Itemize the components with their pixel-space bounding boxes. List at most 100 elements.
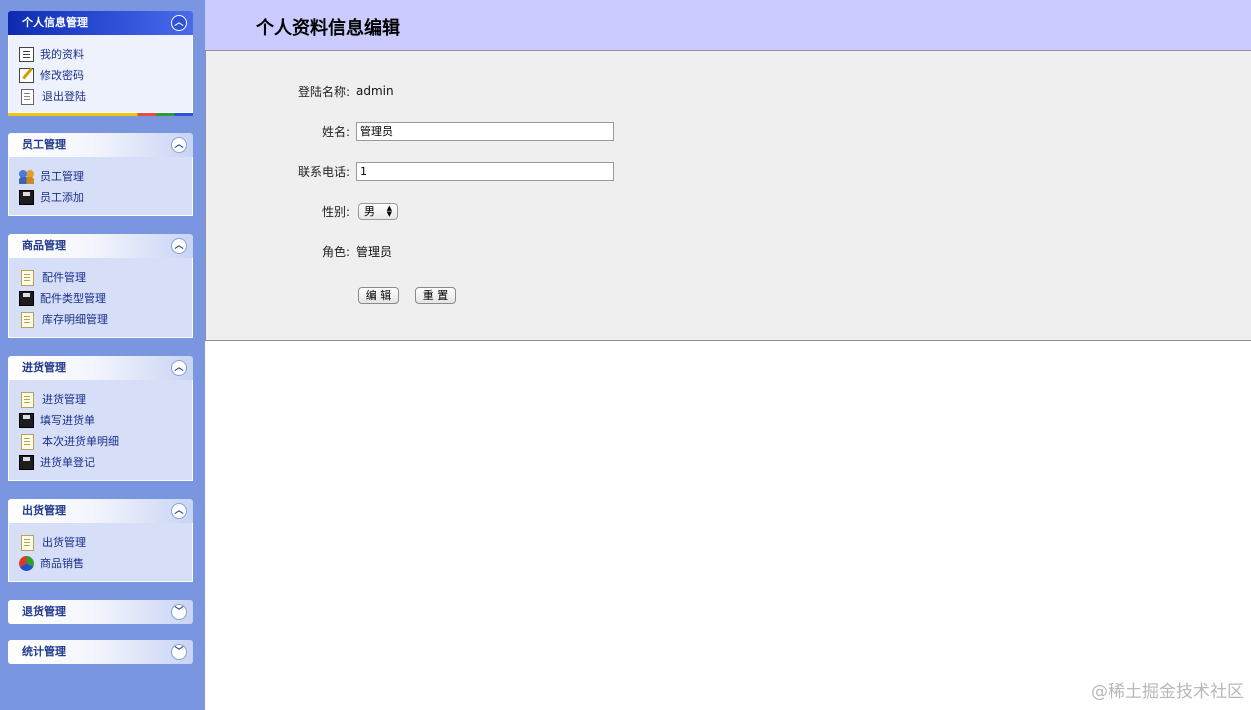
panel-body: 进货管理 填写进货单 本次进货单明细 进货单登记 — [8, 380, 193, 481]
sidebar: 个人信息管理 ︿ 我的资料 修改密码 退出登陆 员工管理 ︿ 员工管理 员工添加… — [0, 0, 205, 710]
gender-label: 性别: — [321, 204, 350, 219]
sidebar-item-label: 配件类型管理 — [40, 292, 106, 305]
gender-select[interactable]: 男 ▲ ▼ — [358, 202, 398, 220]
collapse-icon[interactable]: ︿ — [171, 503, 187, 519]
document-icon — [21, 269, 34, 286]
gender-select-value: 男 — [364, 205, 375, 218]
role-row: 角色: 管理员 — [206, 240, 392, 262]
panel-title: 出货管理 — [22, 504, 66, 517]
reset-button[interactable]: 重 置 — [415, 287, 456, 304]
phone-label: 联系电话: — [297, 164, 350, 179]
role-value: 管理员 — [356, 244, 393, 259]
collapse-icon[interactable]: ︿ — [171, 137, 187, 153]
panel-shipment: 出货管理 ︿ 出货管理 商品销售 — [8, 499, 193, 582]
document-icon — [21, 391, 34, 408]
sidebar-item-label: 配件管理 — [42, 271, 86, 284]
panel-title: 个人信息管理 — [22, 16, 88, 29]
panel-employee: 员工管理 ︿ 员工管理 员工添加 — [8, 133, 193, 216]
name-input[interactable] — [356, 121, 614, 141]
panel-header-returns[interactable]: 退货管理 ﹀ — [8, 600, 193, 624]
panel-header-personal-info[interactable]: 个人信息管理 ︿ — [8, 11, 193, 35]
collapse-icon[interactable]: ︿ — [171, 15, 187, 31]
collapse-icon[interactable]: ︿ — [171, 360, 187, 376]
sidebar-item-label: 我的资料 — [40, 48, 84, 61]
sidebar-item-label: 退出登陆 — [42, 90, 86, 103]
sidebar-item-label: 出货管理 — [42, 536, 86, 549]
expand-icon[interactable]: ﹀ — [171, 604, 187, 620]
panel-personal-info: 个人信息管理 ︿ 我的资料 修改密码 退出登陆 — [8, 11, 193, 116]
watermark: @稀土掘金技术社区 — [1091, 682, 1244, 702]
document-icon — [21, 311, 34, 328]
sidebar-item-label: 员工管理 — [40, 170, 84, 183]
panel-header-statistics[interactable]: 统计管理 ﹀ — [8, 640, 193, 664]
login-name-row: 登陆名称: admin — [206, 80, 394, 102]
panel-header-purchase[interactable]: 进货管理 ︿ — [8, 356, 193, 380]
edit-profile-icon — [19, 47, 34, 62]
sidebar-item-label: 填写进货单 — [40, 414, 95, 427]
sidebar-item-purchase-manage[interactable]: 进货管理 — [9, 389, 192, 410]
profile-form: 登陆名称: admin 姓名: 联系电话: 性别: 男 ▲▼ 角色: 管理员 编… — [205, 51, 1251, 341]
panel-title: 商品管理 — [22, 239, 66, 252]
sidebar-item-label: 修改密码 — [40, 69, 84, 82]
expand-icon[interactable]: ﹀ — [171, 644, 187, 660]
role-label: 角色: — [321, 244, 350, 259]
sidebar-item-logout[interactable]: 退出登陆 — [9, 86, 192, 107]
panel-title: 统计管理 — [22, 645, 66, 658]
disk-icon — [19, 190, 34, 205]
panel-title: 进货管理 — [22, 361, 66, 374]
panel-statistics: 统计管理 ﹀ — [8, 640, 193, 664]
sidebar-item-shipment-manage[interactable]: 出货管理 — [9, 532, 192, 553]
phone-row: 联系电话: — [206, 160, 614, 182]
globe-icon — [19, 556, 34, 571]
disk-icon — [19, 413, 34, 428]
sidebar-item-purchase-order-detail[interactable]: 本次进货单明细 — [9, 431, 192, 452]
sidebar-item-purchase-order-register[interactable]: 进货单登记 — [9, 452, 192, 473]
sidebar-item-parts-manage[interactable]: 配件管理 — [9, 267, 192, 288]
people-icon — [19, 169, 34, 184]
panel-body: 我的资料 修改密码 退出登陆 — [8, 35, 193, 113]
panel-purchase: 进货管理 ︿ 进货管理 填写进货单 本次进货单明细 进货单登记 — [8, 356, 193, 481]
panel-body: 员工管理 员工添加 — [8, 157, 193, 216]
sidebar-item-label: 员工添加 — [40, 191, 84, 204]
edit-button[interactable]: 编 辑 — [358, 287, 399, 304]
panel-header-employee[interactable]: 员工管理 ︿ — [8, 133, 193, 157]
name-label: 姓名: — [321, 124, 350, 139]
sidebar-item-label: 本次进货单明细 — [42, 435, 119, 448]
login-name-label: 登陆名称: — [297, 84, 350, 99]
document-icon — [21, 433, 34, 450]
panel-title: 退货管理 — [22, 605, 66, 618]
sidebar-item-fill-purchase-order[interactable]: 填写进货单 — [9, 410, 192, 431]
name-row: 姓名: — [206, 120, 614, 142]
sidebar-item-label: 进货单登记 — [40, 456, 95, 469]
page-title: 个人资料信息编辑 — [256, 18, 400, 39]
sidebar-item-goods-sales[interactable]: 商品销售 — [9, 553, 192, 574]
phone-input[interactable] — [356, 161, 614, 181]
panel-header-shipment[interactable]: 出货管理 ︿ — [8, 499, 193, 523]
panel-returns: 退货管理 ﹀ — [8, 600, 193, 624]
color-strip — [8, 113, 193, 116]
document-icon — [21, 534, 34, 551]
sidebar-item-change-password[interactable]: 修改密码 — [9, 65, 192, 86]
panel-header-goods[interactable]: 商品管理 ︿ — [8, 234, 193, 258]
sidebar-item-employee-manage[interactable]: 员工管理 — [9, 166, 192, 187]
sidebar-item-employee-add[interactable]: 员工添加 — [9, 187, 192, 208]
sidebar-item-parts-type-manage[interactable]: 配件类型管理 — [9, 288, 192, 309]
disk-icon — [19, 455, 34, 470]
panel-goods: 商品管理 ︿ 配件管理 配件类型管理 库存明细管理 — [8, 234, 193, 338]
panel-title: 员工管理 — [22, 138, 66, 151]
sidebar-item-my-profile[interactable]: 我的资料 — [9, 44, 192, 65]
collapse-icon[interactable]: ︿ — [171, 238, 187, 254]
panel-body: 配件管理 配件类型管理 库存明细管理 — [8, 258, 193, 338]
select-arrows-icon: ▲ ▼ — [386, 204, 392, 218]
gender-row: 性别: 男 ▲ ▼ — [206, 200, 398, 222]
sidebar-item-stock-detail-manage[interactable]: 库存明细管理 — [9, 309, 192, 330]
panel-body: 出货管理 商品销售 — [8, 523, 193, 582]
pencil-icon — [19, 68, 34, 83]
login-name-value: admin — [356, 84, 394, 98]
sidebar-item-label: 商品销售 — [40, 557, 84, 570]
sidebar-item-label: 库存明细管理 — [42, 313, 108, 326]
disk-icon — [19, 291, 34, 306]
page-icon — [21, 88, 34, 105]
page-header: 个人资料信息编辑 — [205, 0, 1251, 51]
sidebar-item-label: 进货管理 — [42, 393, 86, 406]
